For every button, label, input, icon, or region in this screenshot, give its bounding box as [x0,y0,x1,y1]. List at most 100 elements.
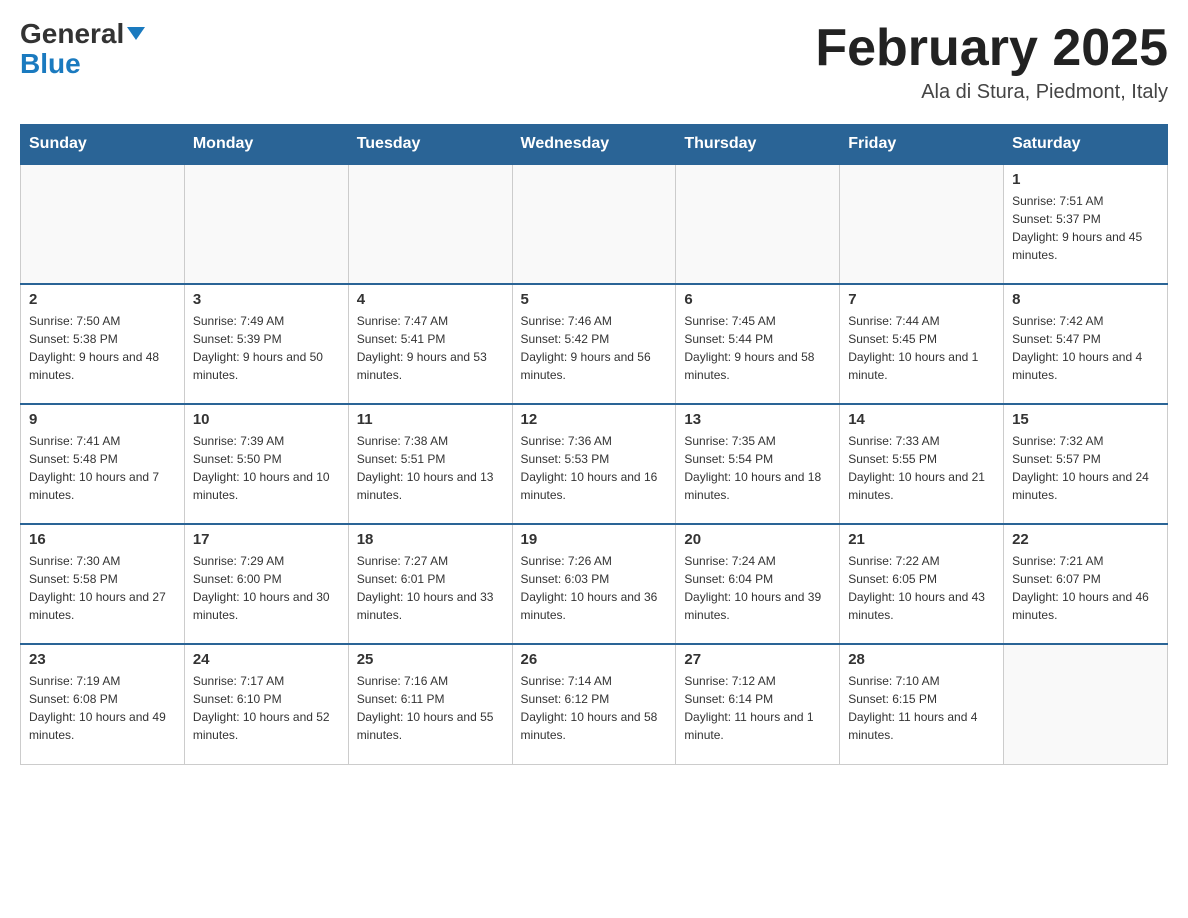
day-info: Sunrise: 7:51 AMSunset: 5:37 PMDaylight:… [1012,192,1159,264]
calendar-week-row: 1 Sunrise: 7:51 AMSunset: 5:37 PMDaylight… [21,164,1168,284]
day-number: 21 [848,531,995,548]
day-number: 15 [1012,411,1159,428]
col-sunday: Sunday [21,125,185,165]
day-number: 2 [29,291,176,308]
day-info: Sunrise: 7:30 AMSunset: 5:58 PMDaylight:… [29,552,176,624]
day-info: Sunrise: 7:14 AMSunset: 6:12 PMDaylight:… [521,672,668,744]
col-friday: Friday [840,125,1004,165]
table-row: 5 Sunrise: 7:46 AMSunset: 5:42 PMDaylight… [512,284,676,404]
page-header: General Blue February 2025 Ala di Stura,… [20,20,1168,104]
day-info: Sunrise: 7:26 AMSunset: 6:03 PMDaylight:… [521,552,668,624]
day-number: 1 [1012,171,1159,188]
day-info: Sunrise: 7:46 AMSunset: 5:42 PMDaylight:… [521,312,668,384]
title-area: February 2025 Ala di Stura, Piedmont, It… [815,20,1168,104]
table-row [184,164,348,284]
day-info: Sunrise: 7:35 AMSunset: 5:54 PMDaylight:… [684,432,831,504]
table-row [512,164,676,284]
day-info: Sunrise: 7:38 AMSunset: 5:51 PMDaylight:… [357,432,504,504]
day-number: 24 [193,651,340,668]
calendar-table: Sunday Monday Tuesday Wednesday Thursday… [20,124,1168,765]
day-number: 22 [1012,531,1159,548]
day-number: 7 [848,291,995,308]
day-info: Sunrise: 7:42 AMSunset: 5:47 PMDaylight:… [1012,312,1159,384]
day-info: Sunrise: 7:10 AMSunset: 6:15 PMDaylight:… [848,672,995,744]
table-row: 27Sunrise: 7:12 AMSunset: 6:14 PMDayligh… [676,644,840,764]
table-row: 1 Sunrise: 7:51 AMSunset: 5:37 PMDaylight… [1004,164,1168,284]
day-number: 5 [521,291,668,308]
day-number: 12 [521,411,668,428]
day-number: 13 [684,411,831,428]
table-row: 11 Sunrise: 7:38 AMSunset: 5:51 PMDayligh… [348,404,512,524]
table-row: 19 Sunrise: 7:26 AMSunset: 6:03 PMDayligh… [512,524,676,644]
day-info: Sunrise: 7:50 AMSunset: 5:38 PMDaylight:… [29,312,176,384]
day-info: Sunrise: 7:17 AMSunset: 6:10 PMDaylight:… [193,672,340,744]
day-number: 6 [684,291,831,308]
table-row: 13 Sunrise: 7:35 AMSunset: 5:54 PMDayligh… [676,404,840,524]
table-row: 23 Sunrise: 7:19 AMSunset: 6:08 PMDayligh… [21,644,185,764]
table-row: 10 Sunrise: 7:39 AMSunset: 5:50 PMDayligh… [184,404,348,524]
table-row [348,164,512,284]
table-row [676,164,840,284]
table-row: 12 Sunrise: 7:36 AMSunset: 5:53 PMDayligh… [512,404,676,524]
day-info: Sunrise: 7:45 AMSunset: 5:44 PMDaylight:… [684,312,831,384]
table-row: 21 Sunrise: 7:22 AMSunset: 6:05 PMDayligh… [840,524,1004,644]
day-number: 8 [1012,291,1159,308]
col-thursday: Thursday [676,125,840,165]
day-number: 23 [29,651,176,668]
day-info: Sunrise: 7:21 AMSunset: 6:07 PMDaylight:… [1012,552,1159,624]
table-row: 28 Sunrise: 7:10 AMSunset: 6:15 PMDayligh… [840,644,1004,764]
calendar-week-row: 23 Sunrise: 7:19 AMSunset: 6:08 PMDayligh… [21,644,1168,764]
table-row: 15 Sunrise: 7:32 AMSunset: 5:57 PMDayligh… [1004,404,1168,524]
table-row [21,164,185,284]
table-row: 6 Sunrise: 7:45 AMSunset: 5:44 PMDaylight… [676,284,840,404]
day-number: 18 [357,531,504,548]
table-row: 20Sunrise: 7:24 AMSunset: 6:04 PMDayligh… [676,524,840,644]
day-info: Sunrise: 7:49 AMSunset: 5:39 PMDaylight:… [193,312,340,384]
day-number: 25 [357,651,504,668]
col-saturday: Saturday [1004,125,1168,165]
location: Ala di Stura, Piedmont, Italy [815,81,1168,104]
table-row: 3Sunrise: 7:49 AMSunset: 5:39 PMDaylight… [184,284,348,404]
day-number: 19 [521,531,668,548]
logo: General Blue [20,20,145,80]
calendar-week-row: 9 Sunrise: 7:41 AMSunset: 5:48 PMDaylight… [21,404,1168,524]
day-info: Sunrise: 7:41 AMSunset: 5:48 PMDaylight:… [29,432,176,504]
logo-general: General [20,20,145,48]
day-info: Sunrise: 7:39 AMSunset: 5:50 PMDaylight:… [193,432,340,504]
day-number: 28 [848,651,995,668]
table-row: 22 Sunrise: 7:21 AMSunset: 6:07 PMDayligh… [1004,524,1168,644]
day-info: Sunrise: 7:32 AMSunset: 5:57 PMDaylight:… [1012,432,1159,504]
day-number: 11 [357,411,504,428]
table-row: 4Sunrise: 7:47 AMSunset: 5:41 PMDaylight… [348,284,512,404]
day-number: 17 [193,531,340,548]
day-number: 14 [848,411,995,428]
day-info: Sunrise: 7:19 AMSunset: 6:08 PMDaylight:… [29,672,176,744]
day-info: Sunrise: 7:22 AMSunset: 6:05 PMDaylight:… [848,552,995,624]
table-row: 25 Sunrise: 7:16 AMSunset: 6:11 PMDayligh… [348,644,512,764]
day-number: 26 [521,651,668,668]
table-row [840,164,1004,284]
col-wednesday: Wednesday [512,125,676,165]
table-row: 8 Sunrise: 7:42 AMSunset: 5:47 PMDaylight… [1004,284,1168,404]
day-info: Sunrise: 7:36 AMSunset: 5:53 PMDaylight:… [521,432,668,504]
table-row: 24 Sunrise: 7:17 AMSunset: 6:10 PMDayligh… [184,644,348,764]
day-number: 4 [357,291,504,308]
day-info: Sunrise: 7:33 AMSunset: 5:55 PMDaylight:… [848,432,995,504]
calendar-header-row: Sunday Monday Tuesday Wednesday Thursday… [21,125,1168,165]
table-row: 9 Sunrise: 7:41 AMSunset: 5:48 PMDaylight… [21,404,185,524]
day-number: 16 [29,531,176,548]
day-number: 9 [29,411,176,428]
col-monday: Monday [184,125,348,165]
day-info: Sunrise: 7:24 AMSunset: 6:04 PMDaylight:… [684,552,831,624]
col-tuesday: Tuesday [348,125,512,165]
table-row: 26 Sunrise: 7:14 AMSunset: 6:12 PMDayligh… [512,644,676,764]
day-info: Sunrise: 7:16 AMSunset: 6:11 PMDaylight:… [357,672,504,744]
day-info: Sunrise: 7:12 AMSunset: 6:14 PMDaylight:… [684,672,831,744]
day-number: 10 [193,411,340,428]
table-row: 17 Sunrise: 7:29 AMSunset: 6:00 PMDayligh… [184,524,348,644]
day-info: Sunrise: 7:27 AMSunset: 6:01 PMDaylight:… [357,552,504,624]
table-row: 7Sunrise: 7:44 AMSunset: 5:45 PMDaylight… [840,284,1004,404]
calendar-week-row: 16 Sunrise: 7:30 AMSunset: 5:58 PMDayligh… [21,524,1168,644]
calendar-week-row: 2 Sunrise: 7:50 AMSunset: 5:38 PMDaylight… [21,284,1168,404]
day-info: Sunrise: 7:29 AMSunset: 6:00 PMDaylight:… [193,552,340,624]
